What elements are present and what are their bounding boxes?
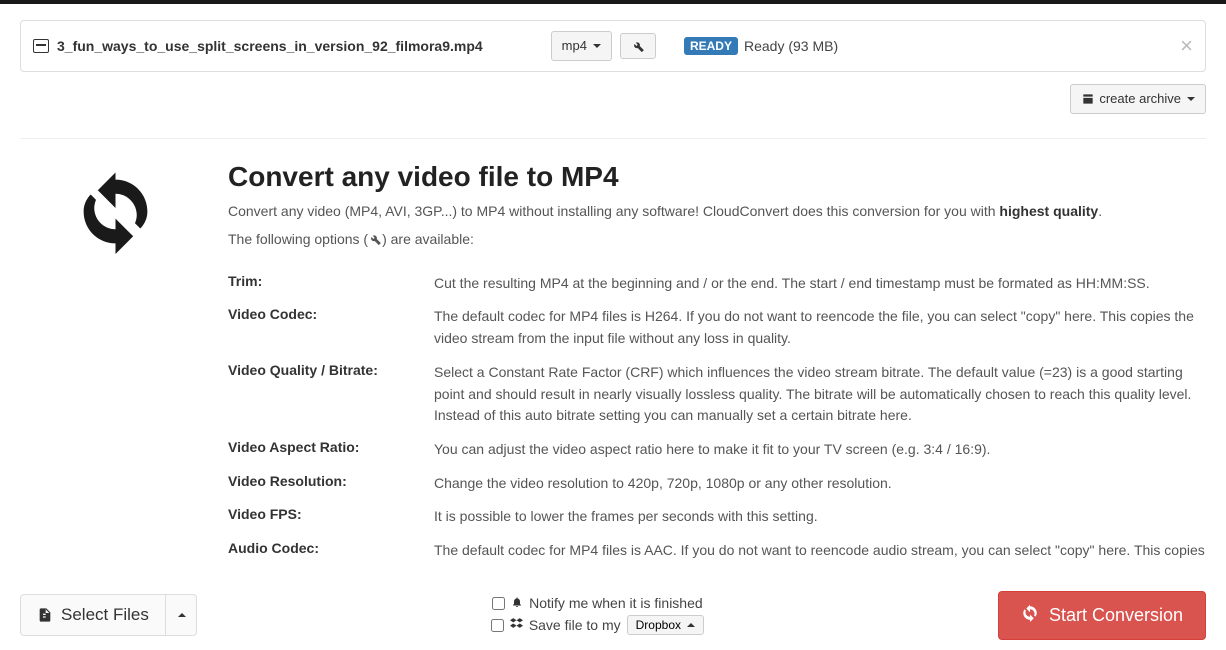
fade-overlay (0, 556, 1226, 580)
save-label: Save file to my (529, 617, 621, 633)
option-row: Audio Codec: The default codec for MP4 fi… (228, 534, 1206, 559)
caret-up-icon (687, 623, 695, 627)
option-label: Video FPS: (228, 506, 418, 528)
option-label: Video Quality / Bitrate: (228, 362, 418, 427)
wrench-icon (631, 39, 645, 53)
option-label: Video Resolution: (228, 473, 418, 495)
create-archive-label: create archive (1099, 90, 1181, 108)
intro-post: . (1098, 203, 1102, 219)
option-row: Video Resolution: Change the video resolu… (228, 467, 1206, 501)
window-top-border (0, 0, 1226, 4)
ready-badge: READY (684, 37, 738, 55)
options-line-pre: The following options ( (228, 231, 368, 247)
save-checkbox[interactable] (491, 619, 504, 632)
file-plus-icon (37, 606, 53, 624)
notify-option[interactable]: Notify me when it is finished (492, 595, 703, 611)
options-line: The following options ( ) are available: (228, 229, 1206, 253)
output-format-dropdown[interactable]: mp4 (551, 31, 612, 61)
file-name: 3_fun_ways_to_use_split_screens_in_versi… (57, 38, 483, 54)
option-row: Video Aspect Ratio: You can adjust the vi… (228, 433, 1206, 467)
video-file-icon (33, 39, 49, 53)
dropbox-icon (510, 617, 523, 633)
caret-up-icon (178, 613, 186, 617)
select-files-dropdown[interactable] (166, 594, 197, 636)
option-desc: Change the video resolution to 420p, 720… (434, 473, 1206, 495)
option-desc: Cut the resulting MP4 at the beginning a… (434, 273, 1206, 295)
option-row: Trim: Cut the resulting MP4 at the beginn… (228, 267, 1206, 301)
wrench-icon (368, 231, 382, 253)
bell-icon (511, 595, 523, 611)
option-desc: It is possible to lower the frames per s… (434, 506, 1206, 528)
caret-down-icon (593, 44, 601, 48)
caret-down-icon (1187, 97, 1195, 101)
options-line-post: ) are available: (382, 231, 474, 247)
file-status: READY Ready (93 MB) (684, 37, 838, 55)
option-label: Audio Codec: (228, 540, 418, 559)
save-destination-dropdown[interactable]: Dropbox (627, 615, 704, 635)
option-desc: Select a Constant Rate Factor (CRF) whic… (434, 362, 1206, 427)
file-settings-button[interactable] (620, 33, 656, 59)
option-desc: You can adjust the video aspect ratio he… (434, 439, 1206, 461)
option-row: Video Quality / Bitrate:Select a Constan… (228, 356, 1206, 433)
save-option[interactable]: Save file to my Dropbox (491, 615, 704, 635)
option-label: Trim: (228, 273, 418, 295)
start-conversion-button[interactable]: Start Conversion (998, 591, 1206, 640)
refresh-icon (73, 169, 158, 559)
notify-label: Notify me when it is finished (529, 595, 703, 611)
archive-icon (1081, 92, 1095, 106)
option-row: Video FPS: It is possible to lower the fr… (228, 500, 1206, 534)
start-conversion-label: Start Conversion (1049, 605, 1183, 626)
option-label: Video Aspect Ratio: (228, 439, 418, 461)
status-text: Ready (93 MB) (744, 38, 838, 54)
intro-text: Convert any video (MP4, AVI, 3GP...) to … (228, 201, 1206, 223)
select-files-button[interactable]: Select Files (20, 594, 166, 636)
option-row: Video Codec: The default codec for MP4 fi… (228, 300, 1206, 355)
option-label: Video Codec: (228, 306, 418, 349)
page-title: Convert any video file to MP4 (228, 161, 1206, 193)
refresh-icon (1021, 604, 1039, 627)
intro-strong: highest quality (999, 203, 1098, 219)
output-format-label: mp4 (562, 37, 587, 55)
select-files-label: Select Files (61, 605, 149, 625)
create-archive-dropdown[interactable]: create archive (1070, 84, 1206, 114)
option-desc: The default codec for MP4 files is AAC. … (434, 540, 1206, 559)
save-destination-label: Dropbox (636, 618, 681, 632)
intro-pre: Convert any video (MP4, AVI, 3GP...) to … (228, 203, 999, 219)
bottom-bar: Select Files Notify me when it is finish… (0, 580, 1226, 650)
option-desc: The default codec for MP4 files is H264.… (434, 306, 1206, 349)
remove-file-button[interactable]: × (1180, 33, 1193, 59)
options-table: Trim: Cut the resulting MP4 at the beginn… (228, 267, 1206, 560)
file-row: 3_fun_ways_to_use_split_screens_in_versi… (20, 20, 1206, 72)
notify-checkbox[interactable] (492, 597, 505, 610)
